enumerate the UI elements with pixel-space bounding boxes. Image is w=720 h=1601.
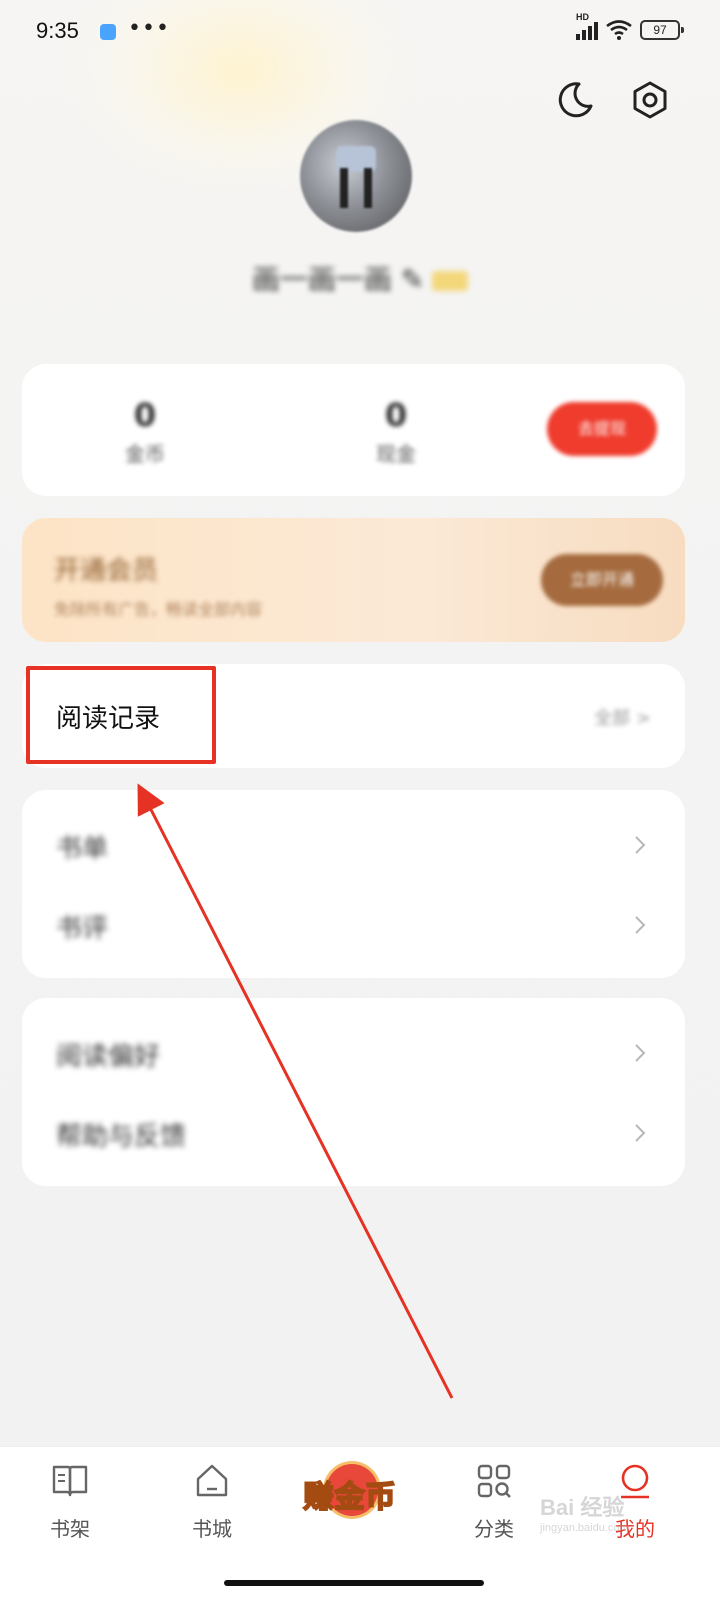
tab-bookshelf[interactable]: 书架	[20, 1461, 120, 1542]
reading-record-row[interactable]: 阅读记录 全部 >	[22, 664, 685, 768]
tab-bookstore[interactable]: 书城	[162, 1461, 262, 1542]
menu-item-help-feedback[interactable]: 帮助与反馈	[22, 1092, 685, 1172]
home-icon	[196, 1464, 228, 1497]
vip-subtitle: 免除所有广告，畅读全部内容	[54, 600, 263, 619]
tab-bookstore-label: 书城	[192, 1517, 232, 1541]
status-time: 9:35	[36, 18, 79, 43]
chevron-right-icon	[635, 1044, 646, 1062]
withdraw-button[interactable]: 去提现	[547, 402, 657, 456]
menu-item-label: 书单	[56, 834, 109, 864]
watermark-main: Bai 经验	[540, 1495, 625, 1520]
home-indicator[interactable]	[224, 1580, 484, 1586]
stat-coins-value: 0	[133, 396, 157, 434]
username[interactable]: 画一画一画 ✎	[0, 258, 720, 298]
username-text: 画一画一画 ✎	[251, 263, 425, 296]
moon-icon[interactable]	[555, 80, 595, 120]
chevron-right-icon	[635, 1124, 646, 1142]
tab-bookshelf-label: 书架	[50, 1517, 90, 1541]
stat-coins-label: 金币	[125, 442, 165, 466]
vip-banner[interactable]: 开通会员 免除所有广告，畅读全部内容 立即开通	[22, 518, 685, 642]
battery-icon: 97	[640, 20, 684, 40]
stat-coins[interactable]: 0 金币	[85, 396, 205, 467]
gear-icon[interactable]	[630, 80, 670, 120]
menu-group-2: 阅读偏好 帮助与反馈	[22, 998, 685, 1186]
reading-record-label: 阅读记录	[56, 704, 161, 734]
menu-item-booklist[interactable]: 书单	[22, 804, 685, 884]
tab-category-label: 分类	[474, 1517, 514, 1541]
watermark-sub: jingyan.baidu.com	[540, 1522, 629, 1534]
menu-group-1: 书单 书评	[22, 790, 685, 978]
menu-item-label: 帮助与反馈	[56, 1122, 187, 1152]
chevron-right-icon	[635, 836, 646, 854]
vip-title: 开通会员	[54, 556, 159, 586]
watermark: Bai 经验 jingyan.baidu.com	[540, 1490, 629, 1534]
more-notifications-icon: •••	[128, 16, 170, 41]
stat-cash[interactable]: 0 现金	[336, 396, 456, 467]
reading-record-more: 全部 >	[594, 708, 651, 729]
menu-item-label: 书评	[56, 914, 109, 944]
chevron-right-icon	[635, 916, 646, 934]
bookshelf-icon	[52, 1465, 88, 1497]
stat-cash-label: 现金	[376, 442, 416, 466]
menu-item-label: 阅读偏好	[56, 1042, 161, 1072]
category-icon	[477, 1464, 511, 1498]
earn-coins-button[interactable]: 赚金币	[296, 1460, 404, 1530]
app-notification-icon	[100, 24, 116, 40]
earn-coins-label: 赚金币	[303, 1479, 397, 1516]
menu-item-reading-preference[interactable]: 阅读偏好	[22, 1012, 685, 1092]
stats-card: 0 金币 0 现金 去提现	[22, 364, 685, 496]
wifi-icon	[606, 20, 632, 40]
signal-icon: HD	[576, 12, 598, 40]
stat-cash-value: 0	[384, 396, 408, 434]
tab-category[interactable]: 分类	[444, 1461, 544, 1542]
status-bar: 9:35 ••• HD 97	[0, 0, 720, 64]
menu-item-review[interactable]: 书评	[22, 884, 685, 964]
vip-open-button[interactable]: 立即开通	[541, 554, 663, 606]
vip-badge-icon	[432, 271, 469, 291]
avatar[interactable]	[300, 120, 412, 232]
